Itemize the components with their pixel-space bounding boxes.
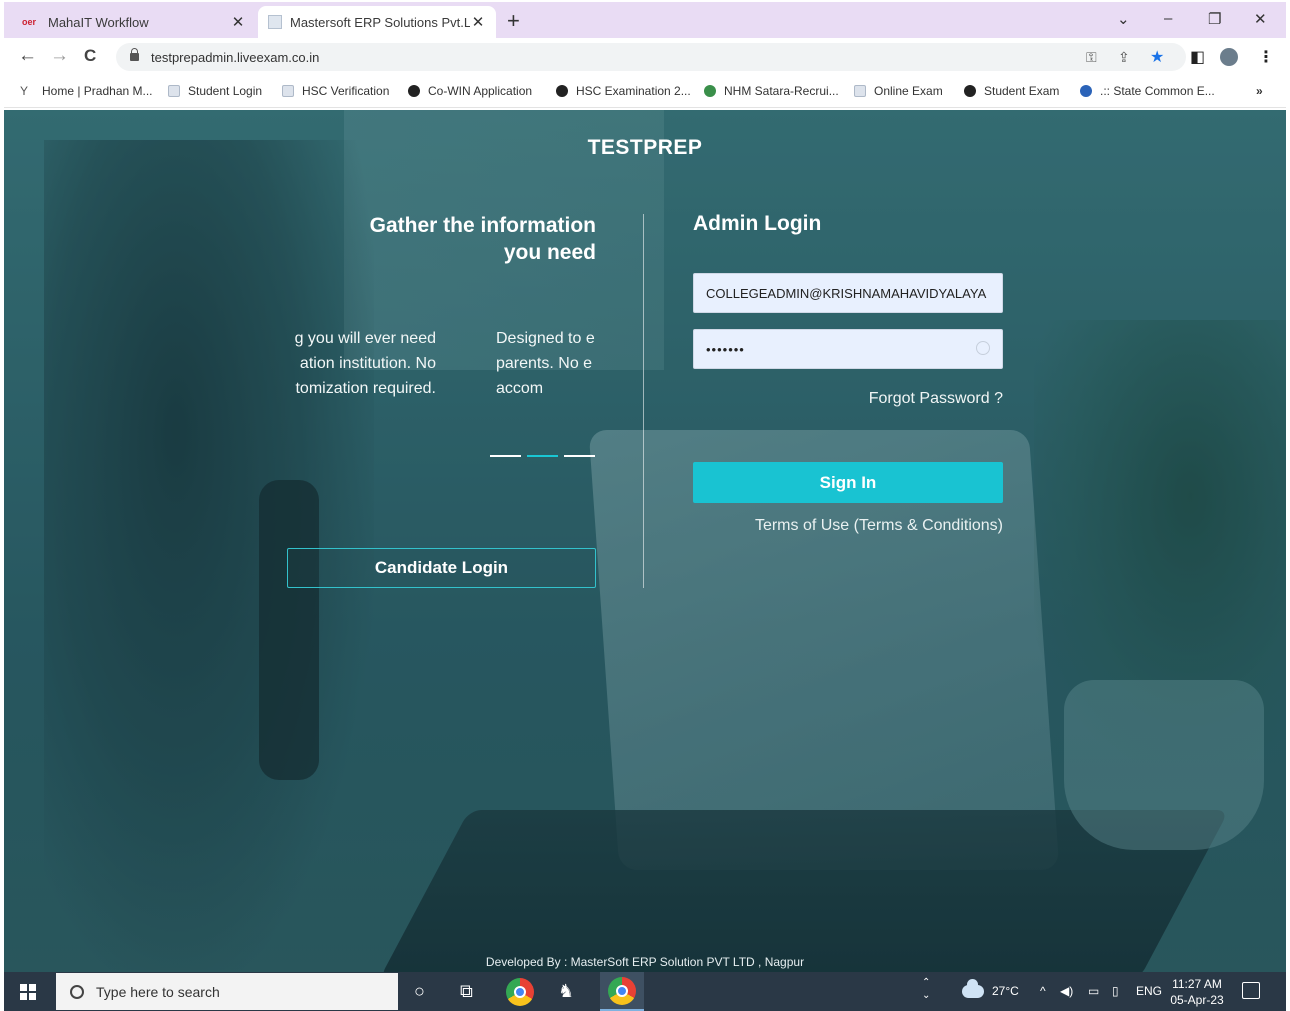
doc-favicon-icon bbox=[282, 85, 294, 97]
admin-login-heading: Admin Login bbox=[693, 212, 822, 235]
tab-title: MahaIT Workflow bbox=[48, 14, 149, 30]
page-viewport: TESTPREP Gather the information you need… bbox=[4, 110, 1286, 972]
bookmark-student-login[interactable]: Student Login bbox=[168, 84, 262, 98]
url-text: testprepadmin.liveexam.co.in bbox=[151, 49, 320, 65]
brand-title: TESTPREP bbox=[587, 136, 703, 159]
new-tab-button[interactable]: + bbox=[507, 9, 520, 33]
taskbar-clock[interactable]: 11:27 AM 05-Apr-23 bbox=[1164, 976, 1230, 1008]
sign-in-button[interactable]: Sign In bbox=[693, 462, 1003, 503]
password-input[interactable] bbox=[693, 329, 1003, 369]
developed-by-footer: Developed By : MasterSoft ERP Solution P… bbox=[485, 955, 805, 969]
forward-button[interactable]: → bbox=[50, 46, 69, 66]
doc-favicon-icon bbox=[854, 85, 866, 97]
state-favicon-icon bbox=[1080, 85, 1092, 97]
share-icon[interactable]: ⇪ bbox=[1118, 49, 1130, 66]
globe-favicon-icon bbox=[964, 85, 976, 97]
close-tab-icon[interactable]: ✕ bbox=[230, 13, 246, 31]
tab-mastersoft-erp[interactable]: Mastersoft ERP Solutions Pvt.Ltd ✕ bbox=[258, 6, 496, 38]
key-icon[interactable]: ⚿ bbox=[1086, 49, 1097, 66]
carousel-slide: g you will ever need ation institution. … bbox=[294, 330, 436, 397]
bookmark-hsc-examination[interactable]: HSC Examination 2... bbox=[556, 84, 691, 98]
reload-button[interactable]: C bbox=[84, 46, 96, 66]
globe-favicon-icon bbox=[408, 85, 420, 97]
email-input[interactable] bbox=[693, 273, 1003, 313]
battery-icon[interactable]: ▯ bbox=[1112, 984, 1119, 998]
weather-cloud-icon[interactable] bbox=[962, 979, 984, 998]
bookmark-online-exam[interactable]: Online Exam bbox=[854, 84, 943, 98]
notification-center-icon[interactable] bbox=[1242, 982, 1260, 999]
carousel-dot-active[interactable] bbox=[527, 455, 558, 457]
show-hidden-icons-icon[interactable]: ^ bbox=[1040, 984, 1046, 998]
task-view-icon[interactable]: ⧉ bbox=[460, 981, 473, 1001]
search-icon bbox=[70, 984, 84, 999]
chrome-profile-taskbar-icon bbox=[608, 977, 636, 1005]
restore-button[interactable]: ❐ bbox=[1208, 10, 1221, 28]
close-window-button[interactable]: ✕ bbox=[1254, 10, 1267, 28]
bookmark-star-icon[interactable]: ★ bbox=[1150, 47, 1164, 67]
sidepanel-icon[interactable]: ◧ bbox=[1190, 47, 1205, 67]
password-toggle-icon[interactable] bbox=[976, 341, 990, 355]
screen: oer MahaIT Workflow ✕ Mastersoft ERP Sol… bbox=[0, 0, 1290, 1011]
back-button[interactable]: ← bbox=[18, 46, 37, 66]
lock-icon bbox=[130, 48, 139, 61]
tab-mahait-workflow[interactable]: oer MahaIT Workflow ✕ bbox=[12, 6, 256, 38]
oer-favicon-icon: oer bbox=[22, 17, 37, 27]
active-chrome-taskbar-app[interactable] bbox=[600, 972, 644, 1011]
taskbar-search[interactable]: Type here to search bbox=[56, 973, 398, 1010]
browser-toolbar: ← → C testprepadmin.liveexam.co.in ⚿ ⇪ ★… bbox=[4, 38, 1286, 76]
windows-start-icon[interactable] bbox=[20, 984, 36, 1000]
menu-kebab-icon[interactable]: ⋮ bbox=[1258, 47, 1274, 67]
windows-taskbar: Type here to search ○ ⧉ ♞ ⌃ ⌄ 27°C ^ ◀) ▭… bbox=[4, 972, 1286, 1011]
bookmark-student-exam[interactable]: Student Exam bbox=[964, 84, 1059, 98]
app-taskbar-icon[interactable]: ♞ bbox=[558, 981, 574, 1001]
taskbar-search-placeholder: Type here to search bbox=[96, 983, 220, 1000]
bookmarks-bar: Y Home | Pradhan M... Student Login HSC … bbox=[4, 76, 1286, 108]
chrome-taskbar-icon[interactable] bbox=[506, 978, 534, 1006]
candidate-login-button[interactable]: Candidate Login bbox=[287, 548, 596, 588]
browser-tab-strip: oer MahaIT Workflow ✕ Mastersoft ERP Sol… bbox=[4, 2, 1286, 38]
doc-favicon-icon bbox=[168, 85, 180, 97]
tab-title: Mastersoft ERP Solutions Pvt.Ltd bbox=[290, 14, 470, 30]
language-indicator[interactable]: ENG bbox=[1136, 984, 1162, 998]
bookmark-state-common[interactable]: .:: State Common E... bbox=[1080, 84, 1215, 98]
bookmarks-overflow-button[interactable]: » bbox=[1256, 84, 1263, 98]
volume-icon[interactable]: ◀) bbox=[1060, 984, 1073, 998]
carousel-slide: Designed to e parents. No e accom bbox=[496, 330, 595, 397]
bookmark-hsc-verification[interactable]: HSC Verification bbox=[282, 84, 389, 98]
carousel-indicators bbox=[490, 455, 595, 457]
vertical-divider bbox=[643, 214, 644, 588]
clock-date: 05-Apr-23 bbox=[1170, 993, 1224, 1007]
profile-avatar[interactable] bbox=[1220, 48, 1238, 66]
carousel-dot[interactable] bbox=[564, 455, 595, 457]
weather-temp[interactable]: 27°C bbox=[992, 984, 1019, 998]
terms-link[interactable]: Terms of Use (Terms & Conditions) bbox=[693, 517, 1003, 535]
forgot-password-link[interactable]: Forgot Password ? bbox=[784, 390, 1003, 408]
feature-carousel: g you will ever need ation institution. … bbox=[288, 326, 596, 406]
doc-favicon-icon bbox=[268, 15, 282, 29]
network-icon[interactable]: ▭ bbox=[1088, 984, 1099, 998]
carousel-dot[interactable] bbox=[490, 455, 521, 457]
nhm-favicon-icon bbox=[704, 85, 716, 97]
bookmark-nhm-satara[interactable]: NHM Satara-Recrui... bbox=[704, 84, 839, 98]
tray-scroll-icon[interactable]: ⌃ ⌄ bbox=[922, 976, 930, 1002]
info-heading: Gather the information you need bbox=[369, 214, 596, 264]
y-favicon-icon: Y bbox=[20, 84, 29, 98]
tab-search-icon[interactable]: ⌄ bbox=[1117, 10, 1130, 28]
background-overlay bbox=[4, 110, 1286, 972]
bookmark-home-pradhan[interactable]: Y Home | Pradhan M... bbox=[20, 84, 153, 98]
cortana-icon[interactable]: ○ bbox=[414, 981, 425, 1001]
minimize-button[interactable]: – bbox=[1164, 10, 1172, 27]
clock-time: 11:27 AM bbox=[1172, 977, 1222, 991]
close-tab-icon[interactable]: ✕ bbox=[470, 13, 486, 31]
address-bar[interactable]: testprepadmin.liveexam.co.in bbox=[116, 43, 1186, 71]
bookmark-cowin[interactable]: Co-WIN Application bbox=[408, 84, 532, 98]
globe-favicon-icon bbox=[556, 85, 568, 97]
